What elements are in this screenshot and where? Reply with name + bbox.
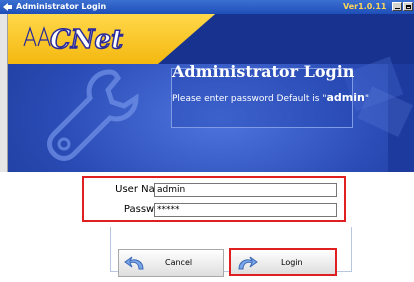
minimize-button[interactable]: [392, 2, 402, 11]
version-label: Ver1.0.11: [343, 2, 387, 11]
cancel-label: Cancel: [165, 258, 193, 267]
app-icon: [3, 3, 12, 11]
login-label: Login: [281, 258, 303, 267]
maximize-button[interactable]: [403, 2, 413, 11]
password-hint: Please enter password Default is "admin": [172, 91, 369, 104]
login-arrow-icon: [238, 256, 258, 270]
maximize-icon: [406, 5, 411, 9]
wrench-icon: [47, 69, 139, 161]
svg-text:CNet: CNet: [50, 25, 123, 55]
username-input[interactable]: admin: [154, 183, 337, 197]
minimize-icon: [395, 8, 400, 9]
cancel-button[interactable]: Cancel: [118, 249, 224, 277]
cancel-arrow-icon: [124, 256, 144, 270]
cnet-logo: CNet: [23, 24, 124, 56]
frame-edge: [0, 14, 8, 172]
page-title: Administrator Login: [172, 62, 355, 81]
login-button[interactable]: Login: [229, 248, 337, 276]
window-title: Administrator Login: [16, 2, 107, 11]
default-password: admin: [326, 91, 365, 104]
title-bar: Administrator Login Ver1.0.11: [0, 0, 414, 14]
password-input[interactable]: *****: [154, 203, 337, 217]
